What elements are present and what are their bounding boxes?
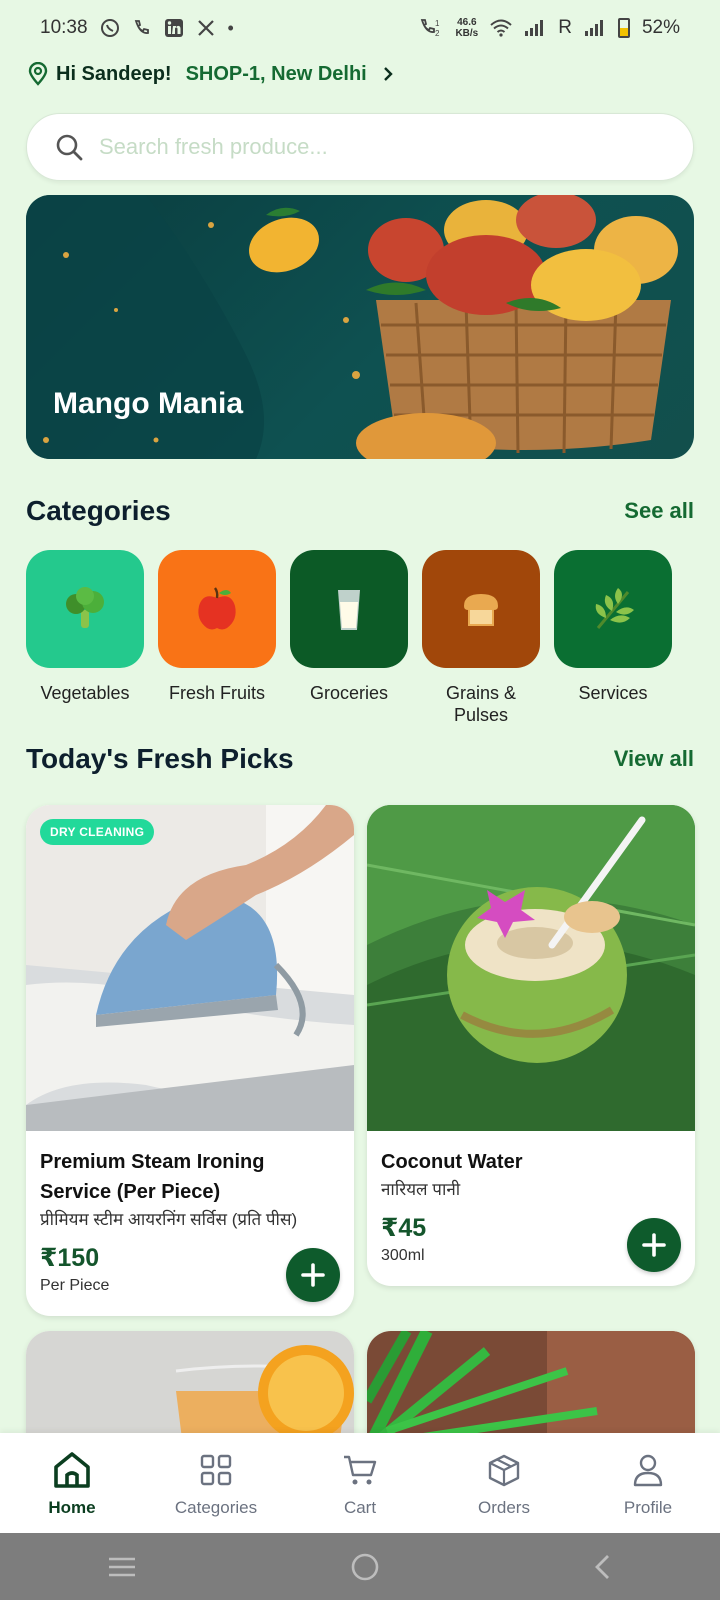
battery-icon xyxy=(617,18,630,38)
category-vegetables[interactable]: Vegetables xyxy=(26,550,144,726)
categories-row: Vegetables Fresh Fruits Groceries Grains… xyxy=(26,550,672,726)
network-speed-value: 46.6 xyxy=(457,17,477,28)
category-label: Services xyxy=(578,683,648,703)
category-services[interactable]: Services xyxy=(554,550,672,726)
category-tile[interactable] xyxy=(422,550,540,668)
shop-name: SHOP-1, New Delhi xyxy=(185,62,367,85)
category-tile[interactable] xyxy=(26,550,144,668)
phone-icon xyxy=(134,20,149,34)
nav-home[interactable]: Home xyxy=(12,1448,132,1518)
plus-icon xyxy=(642,1233,666,1257)
category-label: Grains & Pulses xyxy=(445,683,517,725)
add-to-cart-button[interactable] xyxy=(286,1248,340,1302)
roaming-indicator: R xyxy=(558,17,572,38)
apple-icon xyxy=(198,587,236,630)
promo-banner[interactable]: Mango Mania xyxy=(26,195,694,459)
search-input[interactable] xyxy=(99,134,659,160)
category-groceries[interactable]: Groceries xyxy=(290,550,408,726)
broccoli-icon xyxy=(66,587,104,628)
nav-label: Cart xyxy=(343,1498,377,1517)
category-tile[interactable] xyxy=(554,550,672,668)
product-card[interactable]: Coconut Water नारियल पानी ₹45 300ml xyxy=(367,805,695,1286)
wifi-icon xyxy=(490,19,512,37)
x-icon xyxy=(197,20,214,36)
bottom-navigation: Home Categories Cart Orders Profile xyxy=(0,1433,720,1533)
nav-profile[interactable]: Profile xyxy=(588,1448,708,1518)
status-left: 10:38 • xyxy=(40,17,234,39)
battery-percent: 52% xyxy=(641,17,680,38)
box-icon xyxy=(488,1454,520,1487)
linkedin-icon xyxy=(164,19,183,37)
categories-header: Categories See all xyxy=(26,495,694,527)
nav-label: Orders xyxy=(478,1498,530,1517)
svg-text:1: 1 xyxy=(435,19,440,28)
status-bar: 10:38 • 12 46.6 KB/s R 52% xyxy=(0,0,720,56)
nav-label: Home xyxy=(48,1498,96,1517)
product-name-hindi: नारियल पानी xyxy=(381,1180,461,1199)
product-image: DRY CLEANING xyxy=(26,805,354,1131)
product-image xyxy=(367,805,695,1131)
product-info: Coconut Water नारियल पानी ₹45 300ml xyxy=(367,1131,695,1286)
banner-title: Mango Mania xyxy=(53,387,244,420)
search-bar[interactable] xyxy=(26,113,694,181)
category-label: Vegetables xyxy=(40,683,130,703)
call-signal-icon: 12 xyxy=(421,19,440,38)
system-navigation-bar xyxy=(0,1533,720,1600)
user-icon xyxy=(633,1454,663,1487)
bread-icon xyxy=(464,594,498,626)
category-grains-pulses[interactable]: Grains & Pulses xyxy=(422,550,540,726)
coconut-photo xyxy=(367,805,695,1131)
status-right: 12 46.6 KB/s R 52% xyxy=(419,17,680,39)
clock: 10:38 xyxy=(40,17,88,38)
search-icon xyxy=(56,134,83,161)
svg-text:2: 2 xyxy=(435,29,440,38)
nav-label: Categories xyxy=(174,1498,258,1517)
cart-icon xyxy=(344,1455,377,1485)
location-pin-icon xyxy=(28,62,48,86)
view-all-link[interactable]: View all xyxy=(614,746,694,772)
categories-title: Categories xyxy=(26,495,171,526)
location-selector[interactable]: Hi Sandeep! SHOP-1, New Delhi xyxy=(28,58,395,90)
fresh-picks-title: Today's Fresh Picks xyxy=(26,743,294,774)
product-name-hindi: प्रीमियम स्टीम आयरनिंग सर्विस (प्रति पीस… xyxy=(40,1210,298,1229)
category-tile[interactable] xyxy=(158,550,276,668)
network-speed-unit: KB/s xyxy=(455,28,479,39)
milk-glass-icon xyxy=(338,590,360,630)
fresh-picks-header: Today's Fresh Picks View all xyxy=(26,743,694,775)
category-badge: DRY CLEANING xyxy=(40,819,155,845)
category-label: Groceries xyxy=(309,683,389,703)
category-fresh-fruits[interactable]: Fresh Fruits xyxy=(158,550,276,726)
add-to-cart-button[interactable] xyxy=(627,1218,681,1272)
product-info: Premium Steam Ironing Service (Per Piece… xyxy=(26,1131,354,1316)
home-icon xyxy=(54,1452,90,1488)
chevron-right-icon xyxy=(383,67,393,81)
back-icon[interactable] xyxy=(592,1553,614,1581)
category-tile[interactable] xyxy=(290,550,408,668)
greeting-text: Hi Sandeep! xyxy=(56,62,172,85)
see-all-link[interactable]: See all xyxy=(624,498,694,524)
product-name: Premium Steam Ironing Service (Per Piece… xyxy=(40,1151,265,1203)
nav-label: Profile xyxy=(623,1498,673,1517)
signal-icon-2 xyxy=(584,20,603,36)
product-card[interactable]: DRY CLEANING Premium Steam Ironing Servi… xyxy=(26,805,354,1316)
grid-icon xyxy=(200,1454,232,1486)
plus-icon xyxy=(301,1263,325,1287)
network-speed: 46.6 KB/s xyxy=(455,17,478,39)
leaf-icon xyxy=(595,588,634,629)
recent-apps-icon[interactable] xyxy=(106,1555,138,1579)
whatsapp-icon xyxy=(100,19,119,37)
nav-categories[interactable]: Categories xyxy=(156,1448,276,1518)
category-label: Fresh Fruits xyxy=(168,683,265,703)
notification-dot-icon: • xyxy=(227,17,234,38)
home-circle-icon[interactable] xyxy=(350,1552,380,1582)
signal-icon xyxy=(525,20,544,36)
ironing-photo xyxy=(26,805,354,1131)
nav-cart[interactable]: Cart xyxy=(300,1448,420,1518)
product-name: Coconut Water xyxy=(381,1151,523,1173)
nav-orders[interactable]: Orders xyxy=(444,1448,564,1518)
